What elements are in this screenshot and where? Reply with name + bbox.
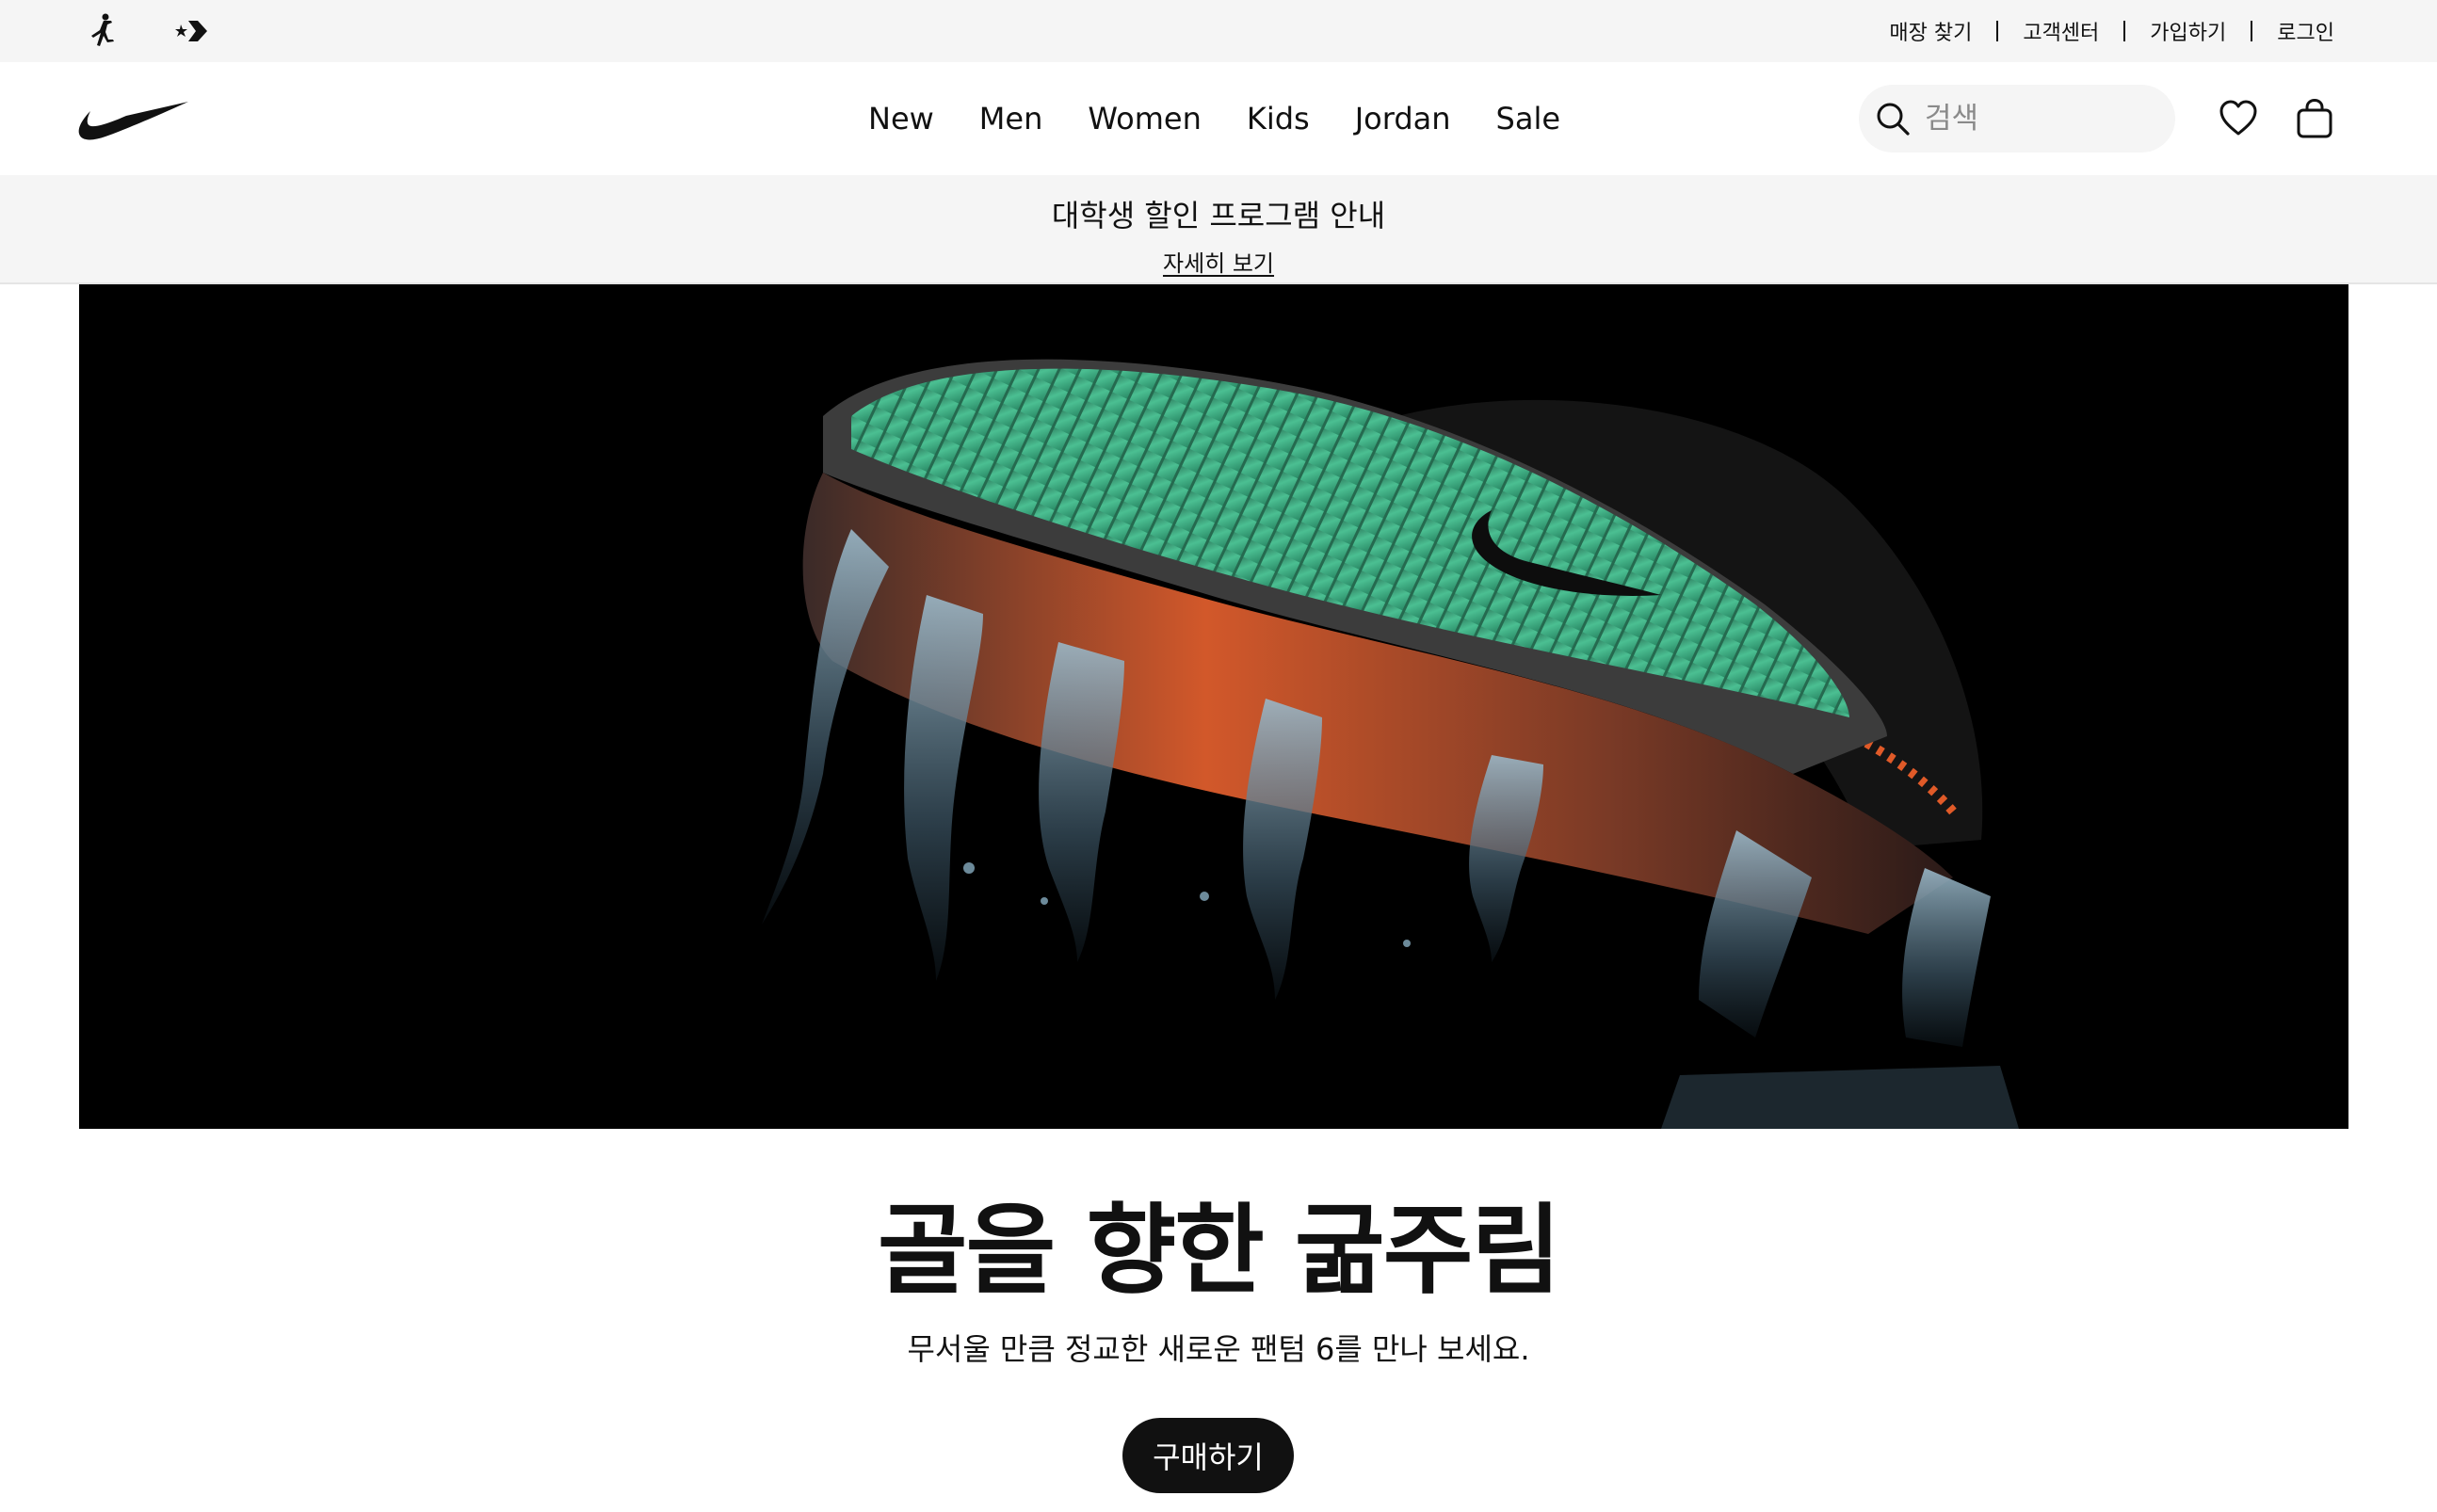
- search-box[interactable]: [1859, 85, 2175, 153]
- nav-women[interactable]: Women: [1088, 101, 1201, 137]
- nav-jordan[interactable]: Jordan: [1355, 101, 1451, 137]
- converse-star-chevron-icon[interactable]: [171, 11, 211, 51]
- main-navigation: New Men Women Kids Jordan Sale: [0, 62, 2437, 175]
- buy-button[interactable]: 구매하기: [1122, 1418, 1294, 1493]
- store-finder-link[interactable]: 매장 찾기: [1889, 16, 1972, 46]
- nav-men[interactable]: Men: [979, 101, 1043, 137]
- divider: [2123, 21, 2126, 41]
- search-input[interactable]: [1925, 102, 2151, 136]
- promo-details-link[interactable]: 자세히 보기: [1163, 245, 1274, 278]
- shopping-bag-icon[interactable]: [2294, 97, 2335, 140]
- promo-text: 대학생 할인 프로그램 안내: [1051, 198, 1386, 233]
- login-link[interactable]: 로그인: [2277, 16, 2334, 46]
- heart-icon[interactable]: [2218, 98, 2259, 139]
- divider: [2251, 21, 2253, 41]
- jordan-jumpman-icon[interactable]: [83, 11, 122, 51]
- nav-new[interactable]: New: [868, 101, 934, 137]
- nav-sale[interactable]: Sale: [1496, 101, 1561, 137]
- search-icon[interactable]: [1874, 100, 1912, 137]
- utility-bar: 매장 찾기 고객센터 가입하기 로그인: [0, 0, 2437, 62]
- promo-banner: 대학생 할인 프로그램 안내 자세히 보기: [0, 175, 2437, 284]
- utility-links: 매장 찾기 고객센터 가입하기 로그인: [1889, 0, 2334, 62]
- hero-title: 골을 향한 굶주림: [877, 1193, 1561, 1308]
- nike-swoosh-icon[interactable]: [77, 96, 190, 143]
- football-boot-image: [762, 359, 2019, 1129]
- nav-kids[interactable]: Kids: [1247, 101, 1310, 137]
- nav-links: New Men Women Kids Jordan Sale: [868, 62, 1560, 175]
- join-link[interactable]: 가입하기: [2150, 16, 2226, 46]
- hero-image[interactable]: [79, 284, 2348, 1129]
- hero-subtitle: 무서울 만큼 정교한 새로운 팬텀 6를 만나 보세요.: [907, 1331, 1530, 1367]
- divider: [1996, 21, 1999, 41]
- customer-service-link[interactable]: 고객센터: [2023, 16, 2099, 46]
